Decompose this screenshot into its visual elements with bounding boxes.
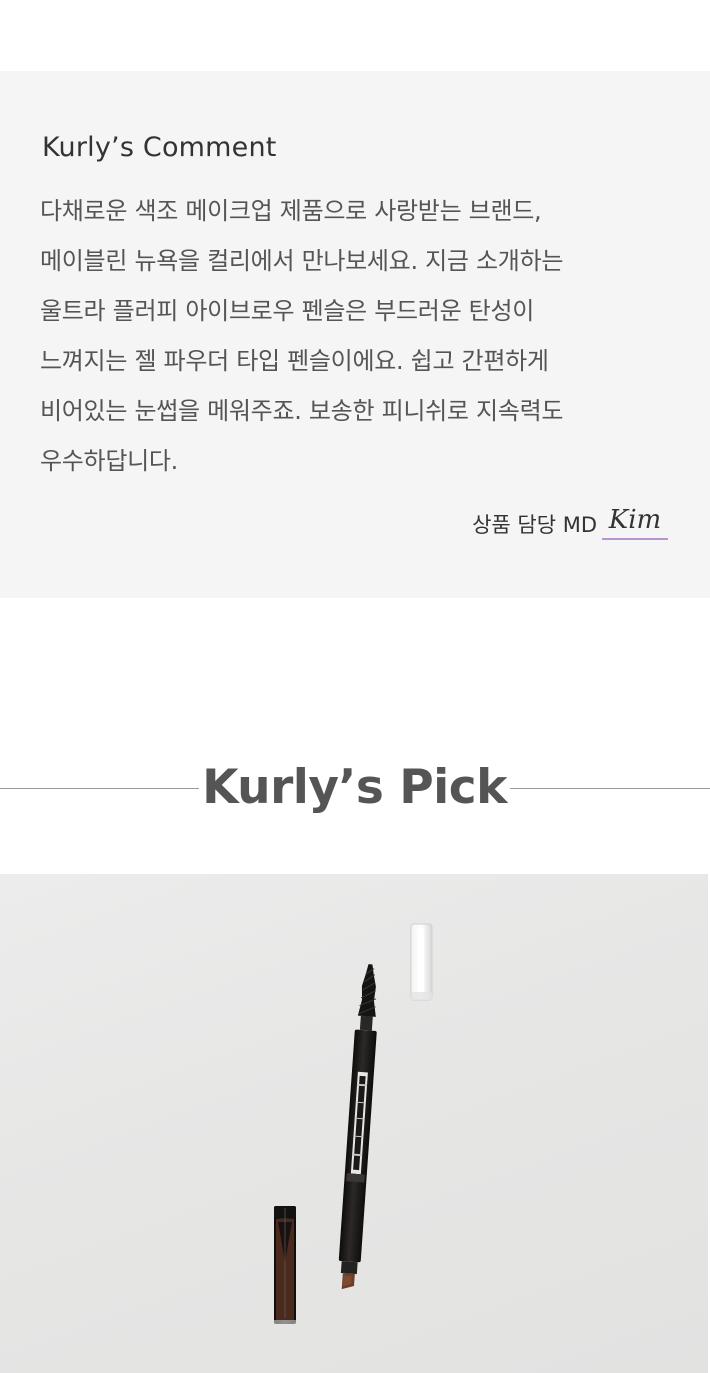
kurly-pick-header: Kurly’s Pick [0,755,710,821]
comment-line: 울트라 플러피 아이브로우 펜슬은 부드러운 탄성이 [40,297,535,325]
product-illustration [274,923,433,1324]
comment-title: Kurly’s Comment [42,132,277,163]
md-signature: 상품 담당 MD Kim [472,498,668,540]
product-image [0,874,708,1373]
divider-left [0,788,199,789]
eyebrow-pencil [338,964,377,1290]
clear-cap [410,923,433,1001]
comment-line: 느껴지는 젤 파우더 타입 펜슬이에요. 쉽고 간편하게 [40,347,549,375]
comment-line: 다채로운 색조 메이크업 제품으로 사랑받는 브랜드, [40,197,542,225]
divider-right [510,788,710,789]
signature-label: 상품 담당 MD [472,513,597,537]
comment-line: 메이블린 뉴욕을 컬리에서 만나보세요. 지금 소개하는 [40,247,564,275]
product-detail-page: Kurly’s Comment 다채로운 색조 메이크업 제품으로 사랑받는 브… [0,0,710,1373]
comment-line: 비어있는 눈썹을 메워주죠. 보송한 피니쉬로 지속력도 [40,397,564,425]
signature-name: Kim [602,502,668,540]
pencil-cap [274,1206,296,1324]
pick-title: Kurly’s Pick [202,760,507,815]
comment-line: 우수하답니다. [40,447,179,475]
spoolie-brush [357,964,377,1018]
comment-body: 다채로운 색조 메이크업 제품으로 사랑받는 브랜드, 메이블린 뉴욕을 컬리에… [40,186,680,486]
